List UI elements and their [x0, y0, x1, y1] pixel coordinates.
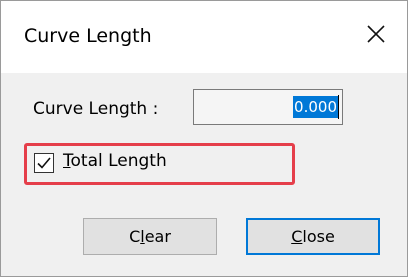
- total-length-label[interactable]: Total Length: [63, 151, 167, 171]
- close-mnemonic: C: [291, 227, 303, 246]
- dialog-title: Curve Length: [24, 25, 152, 47]
- title-bar: Curve Length: [1, 1, 407, 73]
- close-button[interactable]: Close: [246, 218, 380, 255]
- close-label-post: lose: [302, 227, 335, 246]
- text-caret: [338, 95, 339, 119]
- checkmark-icon: [37, 157, 51, 169]
- close-icon[interactable]: [363, 21, 389, 47]
- total-length-mnemonic: T: [63, 151, 71, 171]
- curve-length-label: Curve Length :: [33, 99, 159, 119]
- curve-length-value: 0.000: [293, 96, 338, 118]
- curve-length-dialog: Curve Length Curve Length : 0.000 Total …: [0, 0, 408, 277]
- clear-label-post: ear: [144, 227, 171, 246]
- clear-button[interactable]: Cl ear: [83, 218, 217, 255]
- curve-length-input[interactable]: 0.000: [193, 89, 343, 125]
- clear-label-pre: C: [129, 227, 141, 246]
- total-length-checkbox[interactable]: [34, 153, 54, 173]
- total-length-label-rest: otal Length: [70, 151, 167, 171]
